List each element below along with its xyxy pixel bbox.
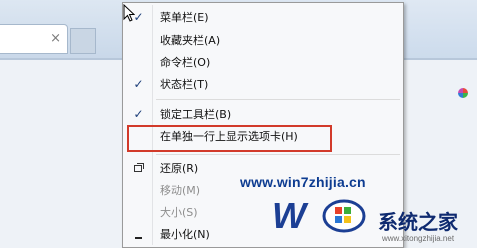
minimize-icon [135, 237, 142, 239]
new-tab-button[interactable] [70, 28, 96, 54]
menu-item-status-bar[interactable]: ✓ 状态栏(T) [125, 75, 401, 95]
logo-subtext: www.xitongzhijia.net [382, 234, 455, 243]
menu-item-label: 最小化(N) [160, 228, 210, 241]
mouse-cursor-icon [123, 4, 135, 22]
toolbar-right-area [406, 0, 477, 58]
menu-separator [156, 154, 400, 155]
svg-text:W: W [272, 195, 309, 236]
menu-item-favorites-bar[interactable]: 收藏夹栏(A) [125, 31, 401, 51]
watermark-url: www.win7zhijia.cn [240, 174, 366, 190]
menu-item-label: 大小(S) [160, 206, 198, 219]
menu-item-menu-bar[interactable]: ✓ 菜单栏(E) [125, 8, 401, 28]
menu-item-lock-toolbars[interactable]: ✓ 锁定工具栏(B) [125, 105, 401, 125]
check-icon: ✓ [133, 107, 144, 121]
menu-item-label: 收藏夹栏(A) [160, 34, 221, 47]
check-icon: ✓ [133, 77, 144, 91]
tab-close-icon[interactable]: × [50, 31, 61, 46]
menu-item-label: 菜单栏(E) [160, 11, 209, 24]
menu-item-label: 状态栏(T) [160, 78, 209, 91]
menu-item-label: 锁定工具栏(B) [160, 108, 232, 121]
menu-item-label: 命令栏(O) [160, 56, 211, 69]
menu-separator [156, 99, 400, 100]
menu-item-command-bar[interactable]: 命令栏(O) [125, 53, 401, 73]
color-picker-icon [458, 88, 468, 98]
logo-text: 系统之家 [378, 212, 458, 234]
highlight-box [127, 125, 332, 152]
menu-item-label: 移动(M) [160, 184, 201, 197]
windows-logo-icon: W [272, 195, 366, 236]
browser-tab[interactable]: × [0, 24, 68, 54]
menu-item-label: 还原(R) [160, 162, 199, 175]
restore-icon [134, 163, 144, 172]
